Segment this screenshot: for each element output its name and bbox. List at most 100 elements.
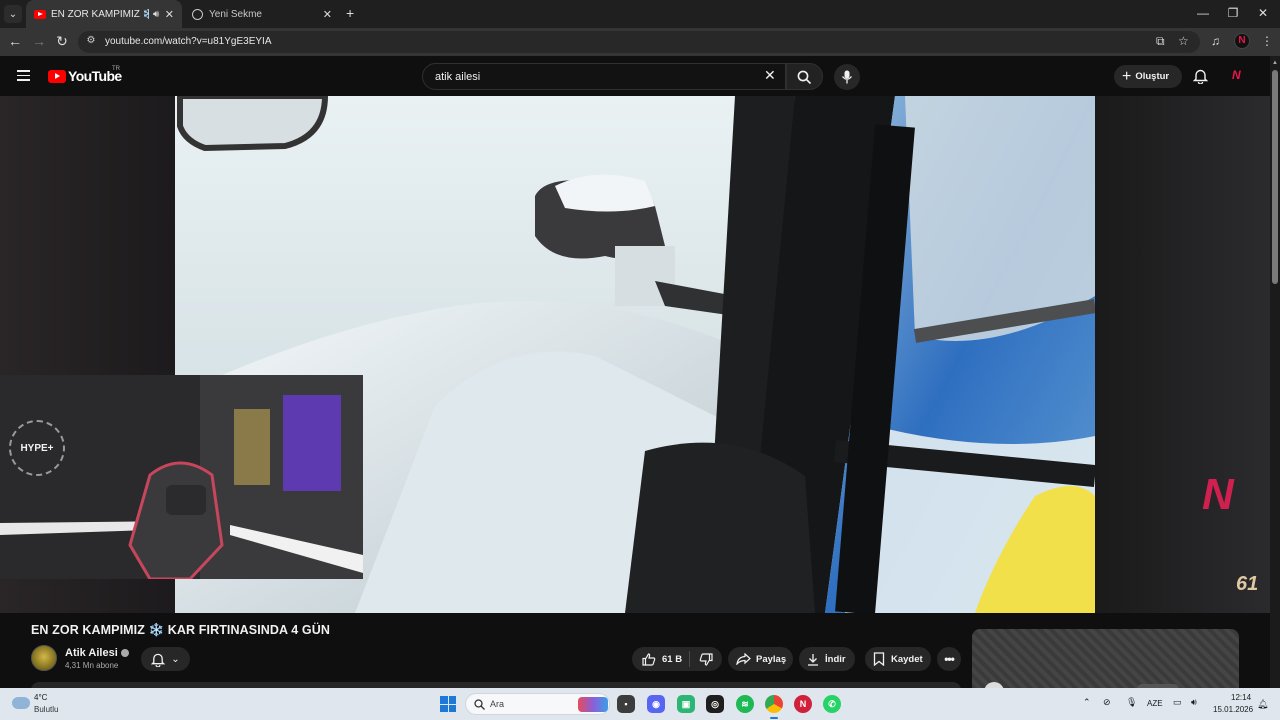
account-avatar[interactable]: N bbox=[1232, 68, 1248, 84]
network-icon[interactable]: ▭ bbox=[1173, 697, 1182, 708]
weather-temperature[interactable]: 4°C bbox=[34, 693, 47, 702]
like-dislike-group: 61 B bbox=[632, 647, 722, 671]
search-input[interactable]: atik ailesi bbox=[422, 63, 786, 90]
search-button[interactable] bbox=[786, 63, 823, 90]
save-button[interactable]: Kaydet bbox=[865, 647, 931, 671]
bookmark-star-icon[interactable]: ☆ bbox=[1178, 34, 1189, 48]
app-red-icon[interactable]: N bbox=[794, 695, 812, 713]
clock-date[interactable]: 15.01.2026 bbox=[1213, 705, 1253, 714]
task-view-icon[interactable]: ▪ bbox=[617, 695, 635, 713]
weather-description[interactable]: Bulutlu bbox=[34, 705, 58, 714]
globe-icon bbox=[192, 8, 203, 20]
bookmark-icon bbox=[873, 652, 885, 666]
steam-icon[interactable]: ◎ bbox=[706, 695, 724, 713]
webcam-overlay: HYPE+ bbox=[0, 375, 363, 579]
media-control-icon[interactable]: ♫ bbox=[1211, 34, 1220, 48]
whatsapp-icon[interactable]: ✆ bbox=[823, 695, 841, 713]
share-arrow-icon bbox=[736, 653, 751, 665]
tab-title: Yeni Sekme bbox=[209, 8, 262, 20]
spotify-icon[interactable]: ≋ bbox=[736, 695, 754, 713]
discord-icon[interactable]: ◉ bbox=[647, 695, 665, 713]
create-button[interactable]: + Oluştur bbox=[1114, 65, 1182, 88]
verified-icon bbox=[120, 649, 129, 658]
hamburger-menu-icon[interactable] bbox=[17, 70, 30, 81]
recommended-thumbnail[interactable] bbox=[972, 629, 1239, 689]
page-scrollbar[interactable]: ▲ bbox=[1270, 56, 1280, 688]
forward-icon[interactable]: → bbox=[30, 33, 48, 49]
gaming-room-scene bbox=[0, 375, 363, 579]
tab-title: EN ZOR KAMPIMIZ ❄️ KAR bbox=[51, 8, 149, 20]
close-tab-icon[interactable]: ✕ bbox=[323, 8, 332, 21]
share-button[interactable]: Paylaş bbox=[728, 647, 793, 671]
thumbs-down-icon bbox=[699, 652, 713, 666]
search-value[interactable]: atik ailesi bbox=[435, 71, 480, 83]
create-label: Oluştur bbox=[1135, 71, 1170, 82]
tray-overflow-icon[interactable]: ⌃ bbox=[1083, 697, 1091, 708]
scrollbar-thumb[interactable] bbox=[1272, 70, 1278, 284]
channel-watermark-icon[interactable]: N bbox=[1202, 470, 1234, 520]
url-text[interactable]: youtube.com/watch?v=u81YgE3EYIA bbox=[105, 36, 272, 47]
menu-kebab-icon[interactable]: ⋮ bbox=[1261, 34, 1273, 48]
microphone-icon bbox=[841, 70, 853, 84]
scroll-up-icon[interactable]: ▲ bbox=[1272, 60, 1278, 66]
download-button[interactable]: İndir bbox=[799, 647, 855, 671]
camera-off-icon[interactable]: ⊘ bbox=[1103, 697, 1111, 708]
video-title: EN ZOR KAMPIMIZ ❄️ KAR FIRTINASINDA 4 GÜ… bbox=[31, 623, 330, 637]
tab-youtube-video[interactable]: EN ZOR KAMPIMIZ ❄️ KAR 🔊︎ ✕ bbox=[26, 0, 182, 28]
youtube-masthead: YouTube TR atik ailesi ✕ + Oluştur N bbox=[0, 56, 1270, 96]
more-actions-icon[interactable]: ••• bbox=[937, 647, 961, 671]
clear-search-icon[interactable]: ✕ bbox=[764, 67, 776, 84]
audio-playing-icon[interactable]: 🔊︎ bbox=[153, 9, 159, 20]
download-label: İndir bbox=[825, 653, 846, 665]
notifications-bell-icon[interactable] bbox=[1193, 68, 1208, 84]
tab-search-icon[interactable]: ⌄ bbox=[4, 5, 22, 23]
browser-tab-strip: ⌄ EN ZOR KAMPIMIZ ❄️ KAR 🔊︎ ✕ Yeni Sekme… bbox=[0, 0, 1280, 28]
taskbar-search-placeholder: Ara bbox=[490, 699, 505, 709]
tab-new-tab[interactable]: Yeni Sekme ✕ bbox=[184, 0, 340, 28]
share-label: Paylaş bbox=[756, 653, 787, 665]
channel-name-row[interactable]: Atik Ailesi bbox=[65, 647, 129, 659]
search-highlight-image bbox=[578, 697, 608, 712]
cloud-icon[interactable] bbox=[12, 697, 30, 709]
site-info-icon[interactable]: ⚙ bbox=[84, 35, 98, 49]
minimize-icon[interactable]: — bbox=[1188, 6, 1218, 20]
dislike-button[interactable] bbox=[690, 652, 722, 666]
download-icon bbox=[808, 653, 818, 666]
taskbar-search[interactable]: Ara bbox=[465, 693, 610, 715]
subscription-bell-button[interactable]: ⌄ bbox=[141, 647, 190, 671]
save-label: Kaydet bbox=[891, 653, 923, 665]
microphone-tray-icon[interactable]: 🎙︎ bbox=[1126, 697, 1137, 708]
language-indicator[interactable]: AZE bbox=[1147, 699, 1163, 708]
youtube-logo[interactable]: YouTube bbox=[48, 68, 122, 84]
chrome-icon[interactable] bbox=[765, 695, 783, 713]
hype-badge: HYPE+ bbox=[9, 420, 65, 476]
browser-toolbar: ← → ↻ ⚙ youtube.com/watch?v=u81YgE3EYIA … bbox=[0, 28, 1280, 56]
corner-logo: 61 bbox=[1236, 573, 1259, 595]
plus-icon: + bbox=[1122, 67, 1132, 85]
channel-avatar[interactable] bbox=[31, 645, 57, 671]
profile-avatar[interactable]: N bbox=[1234, 33, 1250, 49]
app-green-icon[interactable]: ▣ bbox=[677, 695, 695, 713]
volume-icon[interactable]: 🔊︎ bbox=[1191, 697, 1197, 708]
reload-icon[interactable]: ↻ bbox=[53, 33, 71, 50]
restore-icon[interactable]: ❐ bbox=[1218, 6, 1248, 20]
youtube-play-icon bbox=[48, 69, 66, 83]
channel-name[interactable]: Atik Ailesi bbox=[65, 647, 118, 659]
address-bar[interactable]: ⚙ youtube.com/watch?v=u81YgE3EYIA ⧉ ☆ bbox=[78, 31, 1200, 53]
new-tab-icon[interactable]: + bbox=[346, 5, 354, 21]
search-icon bbox=[474, 699, 485, 710]
like-count: 61 B bbox=[662, 653, 683, 665]
notification-bell-icon[interactable]: 🔔︎ bbox=[1257, 699, 1268, 710]
subscriber-count: 4,31 Mn abone bbox=[65, 661, 119, 670]
windows-start-icon[interactable] bbox=[440, 696, 456, 712]
back-icon[interactable]: ← bbox=[6, 33, 24, 49]
thumbs-up-icon bbox=[642, 652, 656, 666]
close-tab-icon[interactable]: ✕ bbox=[165, 8, 174, 21]
bell-icon bbox=[151, 653, 166, 667]
clock-time[interactable]: 12:14 bbox=[1231, 693, 1251, 702]
install-app-icon[interactable]: ⧉ bbox=[1156, 34, 1165, 49]
voice-search-button[interactable] bbox=[834, 64, 860, 90]
close-window-icon[interactable]: ✕ bbox=[1248, 6, 1278, 20]
chevron-down-icon: ⌄ bbox=[171, 653, 180, 665]
like-button[interactable]: 61 B bbox=[632, 651, 690, 667]
